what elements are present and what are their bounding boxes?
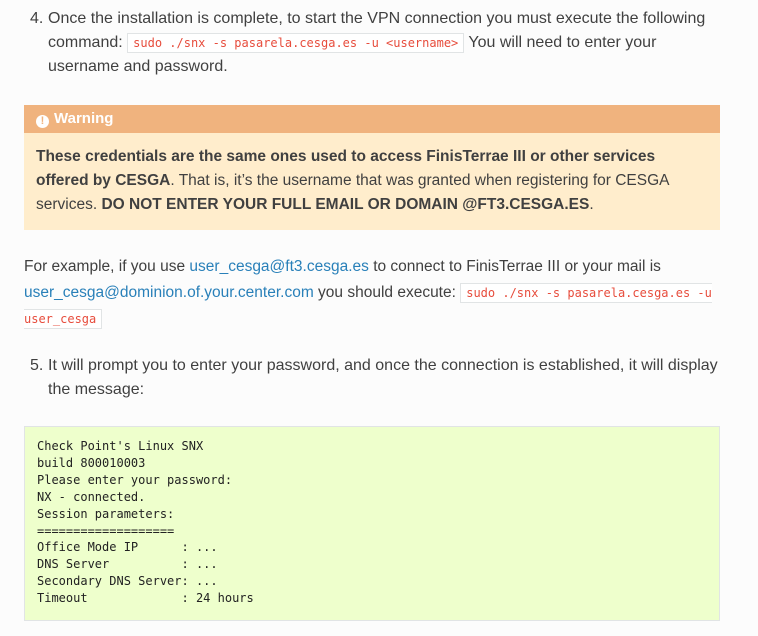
warning-title: ! Warning [24, 105, 720, 133]
example-text-2: to connect to FinisTerrae III or your ma… [373, 258, 661, 275]
exclamation-circle-icon: ! [36, 115, 49, 128]
warning-title-text: Warning [54, 110, 114, 127]
vpn-command-code[interactable]: sudo ./snx -s pasarela.cesga.es -u <user… [127, 33, 465, 53]
email-link-center[interactable]: user_cesga@dominion.of.your.center.com [24, 284, 314, 301]
terminal-output-block: Check Point's Linux SNX build 800010003 … [24, 426, 720, 621]
warning-end: . [589, 196, 594, 213]
step-5-text: It will prompt you to enter your passwor… [48, 357, 718, 398]
step-4-text: Once the installation is complete, to st… [48, 7, 724, 79]
email-link-ft3[interactable]: user_cesga@ft3.cesga.es [189, 258, 368, 275]
warning-admonition: ! Warning These credentials are the same … [24, 105, 720, 230]
example-text-3: you should execute: [318, 284, 456, 301]
step-5: 5. It will prompt you to enter your pass… [24, 354, 724, 402]
step-number: 4. [30, 10, 44, 27]
example-paragraph: For example, if you use user_cesga@ft3.c… [24, 254, 724, 332]
step-4: 4. Once the installation is complete, to… [24, 7, 724, 79]
terminal-output[interactable]: Check Point's Linux SNX build 800010003 … [25, 427, 719, 618]
step-number: 5. [30, 357, 44, 374]
document-page: 4. Once the installation is complete, to… [0, 0, 758, 636]
example-text-1: For example, if you use [24, 258, 186, 275]
warning-body: These credentials are the same ones used… [24, 133, 720, 217]
warning-do-not-enter-bold: DO NOT ENTER YOUR FULL EMAIL OR DOMAIN @… [101, 196, 590, 213]
